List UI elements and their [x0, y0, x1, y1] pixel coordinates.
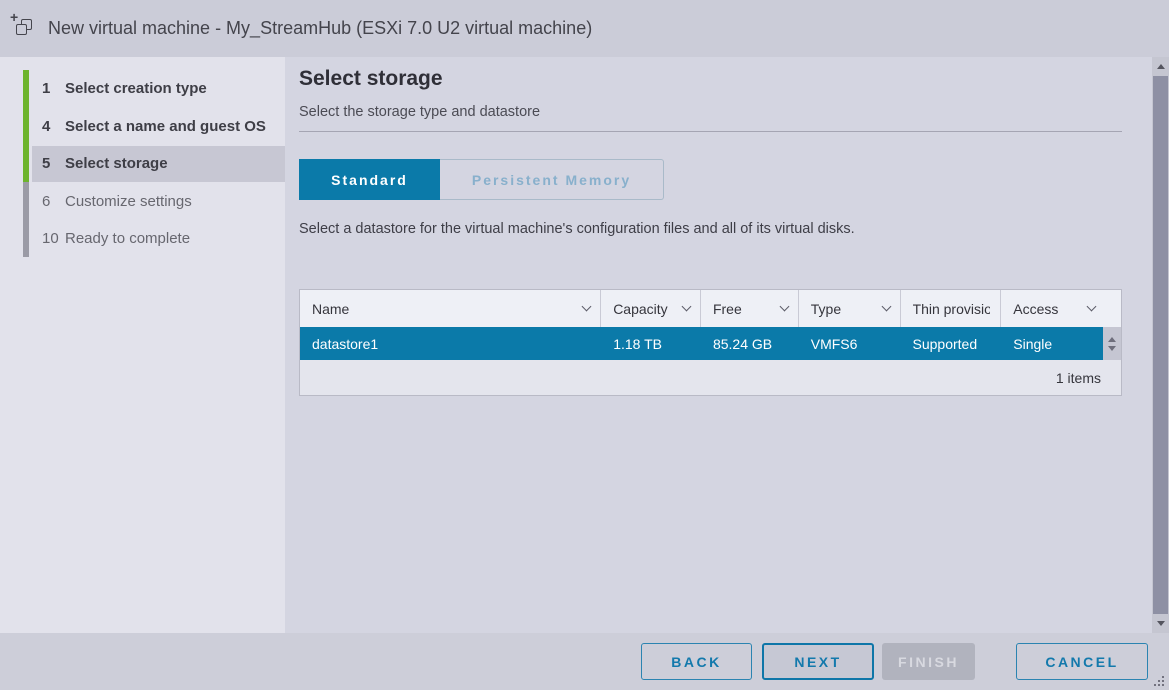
step-label: Select storage	[65, 155, 168, 172]
finish-button: FINISH	[882, 643, 975, 680]
wizard-steps-sidebar: 1 Select creation type 4 Select a name a…	[0, 57, 285, 633]
chevron-down-icon[interactable]	[779, 302, 789, 312]
sidebar-step-customize-settings[interactable]: 6 Customize settings	[0, 183, 285, 221]
scroll-down-icon[interactable]	[1108, 346, 1116, 351]
header-divider	[299, 131, 1122, 132]
cell-capacity: 1.18 TB	[601, 327, 701, 360]
next-button[interactable]: NEXT	[762, 643, 874, 680]
sidebar-step-select-name-guest-os[interactable]: 4 Select a name and guest OS	[0, 108, 285, 146]
sidebar-step-select-storage[interactable]: 5 Select storage	[0, 145, 285, 183]
cell-name: datastore1	[300, 327, 601, 360]
dialog-vertical-scrollbar[interactable]	[1152, 57, 1169, 633]
scroll-up-icon	[1157, 64, 1165, 69]
column-header-free[interactable]: Free	[701, 290, 799, 327]
wizard-step-list: 1 Select creation type 4 Select a name a…	[0, 70, 285, 258]
cancel-button[interactable]: CANCEL	[1016, 643, 1148, 680]
step-label: Customize settings	[65, 193, 192, 210]
cell-free: 85.24 GB	[701, 327, 799, 360]
step-number: 5	[42, 155, 65, 172]
chevron-down-icon[interactable]	[682, 302, 692, 312]
column-header-access[interactable]: Access	[1001, 290, 1121, 327]
dialog-title-bar: New virtual machine - My_StreamHub (ESXi…	[0, 0, 1169, 57]
column-header-capacity[interactable]: Capacity	[601, 290, 701, 327]
column-header-type[interactable]: Type	[799, 290, 901, 327]
step-label: Select creation type	[65, 80, 207, 97]
column-header-thin-provisioned[interactable]: Thin provisioned	[901, 290, 1002, 327]
sidebar-step-ready-to-complete[interactable]: 10 Ready to complete	[0, 220, 285, 258]
step-number: 6	[42, 193, 65, 210]
resize-grip[interactable]	[1152, 674, 1164, 686]
step-number: 10	[42, 230, 65, 247]
sidebar-step-select-creation-type[interactable]: 1 Select creation type	[0, 70, 285, 108]
vm-square-front	[16, 24, 27, 35]
dialog-title: New virtual machine - My_StreamHub (ESXi…	[48, 18, 592, 39]
chevron-down-icon[interactable]	[881, 302, 891, 312]
scrollbar-down-button[interactable]	[1152, 614, 1169, 633]
scroll-up-icon[interactable]	[1108, 337, 1116, 342]
tab-standard[interactable]: Standard	[299, 159, 440, 200]
column-header-name[interactable]: Name	[300, 290, 601, 327]
scroll-down-icon	[1157, 621, 1165, 626]
page-title: Select storage	[299, 67, 443, 91]
step-label: Select a name and guest OS	[65, 118, 266, 135]
datastore-table: Name Capacity Free Type Thin provisioned…	[299, 289, 1122, 396]
wizard-footer: BACK NEXT FINISH CANCEL	[0, 633, 1169, 690]
items-count: 1 items	[1056, 370, 1101, 386]
tab-persistent-memory[interactable]: Persistent Memory	[440, 159, 664, 200]
storage-type-tabs: Standard Persistent Memory	[299, 159, 664, 200]
step-number: 4	[42, 118, 65, 135]
table-row-datastore1[interactable]: datastore1 1.18 TB 85.24 GB VMFS6 Suppor…	[300, 327, 1121, 360]
plus-glyph	[10, 9, 18, 25]
page-subtitle: Select the storage type and datastore	[299, 104, 540, 120]
back-button[interactable]: BACK	[641, 643, 752, 680]
chevron-down-icon[interactable]	[1087, 302, 1097, 312]
datastore-table-header: Name Capacity Free Type Thin provisioned…	[300, 290, 1121, 327]
cell-type: VMFS6	[799, 327, 901, 360]
chevron-down-icon[interactable]	[582, 302, 592, 312]
datastore-instruction-text: Select a datastore for the virtual machi…	[299, 221, 855, 237]
cell-access: Single	[1001, 327, 1103, 360]
select-storage-pane: Select storage Select the storage type a…	[285, 57, 1152, 633]
step-number: 1	[42, 80, 65, 97]
step-label: Ready to complete	[65, 230, 190, 247]
datastore-table-footer: 1 items	[300, 360, 1121, 395]
scrollbar-thumb[interactable]	[1153, 76, 1168, 614]
cell-thin-provisioned: Supported	[901, 327, 1002, 360]
scrollbar-up-button[interactable]	[1152, 57, 1169, 76]
table-scrollbar[interactable]	[1103, 327, 1121, 360]
new-vm-icon	[10, 15, 38, 43]
